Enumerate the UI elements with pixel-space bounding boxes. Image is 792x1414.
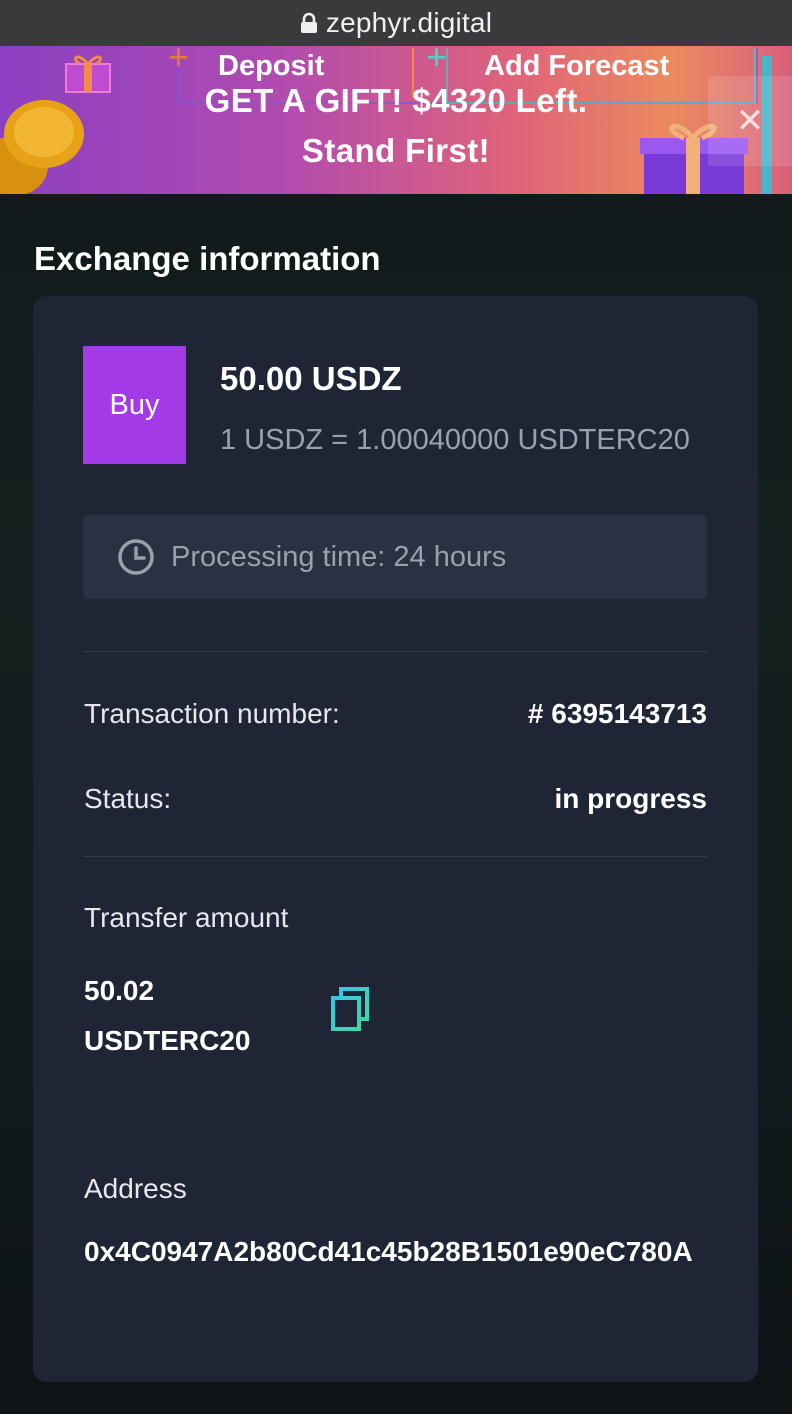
close-banner-button[interactable]: ✕ — [708, 76, 792, 166]
banner-headline-line1: GET A GIFT! $4320 Left. — [204, 82, 588, 119]
exchange-card: Buy 50.00 USDZ 1 USDZ = 1.00040000 USDTE… — [33, 296, 758, 1382]
plus-icon: + — [426, 46, 448, 77]
transaction-number-value: # 6395143713 — [527, 698, 707, 729]
status-label: Status: — [84, 783, 172, 814]
lock-icon — [300, 12, 317, 33]
transfer-amount-value: 50.02 USDTERC20 — [84, 966, 250, 1066]
exchange-amount: 50.00 USDZ — [220, 360, 402, 397]
divider — [83, 651, 707, 652]
processing-time-notice: Processing time: 24 hours — [83, 515, 707, 599]
buy-badge: Buy — [83, 346, 186, 464]
clock-icon — [118, 539, 154, 575]
page-title: Exchange information — [34, 240, 381, 277]
address-label: Address — [84, 1173, 187, 1204]
exchange-rate: 1 USDZ = 1.00040000 USDTERC20 — [220, 424, 690, 456]
address-value[interactable]: 0x4C0947A2b80Cd41c45b28B1501e90eC780A — [84, 1236, 708, 1268]
promo-banner[interactable]: + Deposit + Add Forecast GET A GIFT! $43… — [0, 46, 792, 194]
copy-icon[interactable] — [329, 986, 373, 1034]
close-icon: ✕ — [735, 102, 765, 140]
processing-time-text: Processing time: 24 hours — [171, 540, 507, 573]
url-bar[interactable]: zephyr.digital — [0, 0, 792, 46]
status-value: in progress — [554, 783, 707, 814]
divider — [83, 856, 707, 857]
transfer-amount-currency: USDTERC20 — [84, 1025, 251, 1056]
plus-icon: + — [168, 46, 190, 77]
url-text: zephyr.digital — [325, 7, 493, 38]
transfer-amount-number: 50.02 — [84, 975, 155, 1006]
transaction-number-label: Transaction number: — [84, 698, 340, 729]
transfer-amount-label: Transfer amount — [84, 902, 289, 933]
